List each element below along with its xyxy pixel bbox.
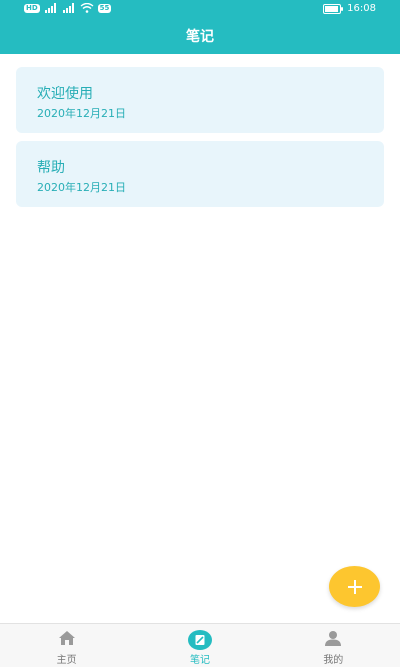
note-date: 2020年12月21日 (37, 107, 126, 120)
note-card[interactable]: 帮助 2020年12月21日 (16, 141, 384, 207)
nav-item-me[interactable]: 我的 (267, 624, 400, 667)
add-note-button[interactable] (329, 566, 380, 607)
user-icon (325, 631, 342, 646)
note-icon (187, 630, 212, 650)
bottom-nav: 主页 笔记 我的 (0, 623, 400, 667)
status-right: 16:08 (323, 3, 376, 14)
signal-icon-2 (62, 3, 74, 13)
status-left: HD 55 (24, 3, 112, 13)
nav-label-home: 主页 (56, 655, 77, 666)
app-bar: 笔记 (0, 20, 400, 54)
nav-label-notes: 笔记 (189, 655, 210, 666)
note-card[interactable]: 欢迎使用 2020年12月21日 (16, 67, 384, 133)
wifi-icon (80, 3, 94, 13)
nav-label-me: 我的 (323, 655, 344, 666)
nav-item-home[interactable]: 主页 (0, 624, 133, 667)
plus-icon (347, 579, 362, 594)
home-icon (58, 631, 75, 645)
nfc-badge: 55 (97, 3, 112, 13)
status-bar: HD 55 16:08 (0, 0, 400, 20)
page-title: 笔记 (186, 29, 214, 45)
note-title: 帮助 (37, 160, 65, 176)
notes-list: 欢迎使用 2020年12月21日 帮助 2020年12月21日 (16, 67, 384, 215)
status-time: 16:08 (347, 3, 376, 14)
nav-item-notes[interactable]: 笔记 (133, 624, 266, 667)
hd-badge: HD (24, 3, 40, 13)
battery-icon (323, 3, 344, 14)
signal-icon (44, 3, 56, 13)
note-title: 欢迎使用 (37, 86, 93, 102)
note-date: 2020年12月21日 (37, 181, 126, 194)
